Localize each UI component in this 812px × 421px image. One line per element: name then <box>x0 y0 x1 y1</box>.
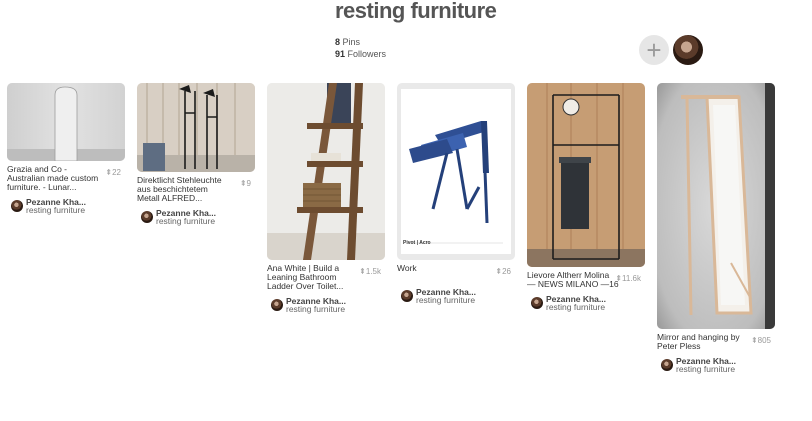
board-name[interactable]: resting furniture <box>546 303 645 312</box>
pin-card[interactable]: Direktlicht Stehleuchte aus beschichtete… <box>137 83 255 227</box>
followers-count: 91 <box>335 49 346 59</box>
pin-card[interactable]: Lievore Altherr Molina — NEWS MILANO —16… <box>527 83 645 313</box>
board-title: resting furniture <box>335 0 497 23</box>
pin-description[interactable]: Mirror and hanging by Peter Pless <box>657 333 749 351</box>
user-avatar[interactable] <box>11 200 23 212</box>
pin-description[interactable]: Direktlicht Stehleuchte aus beschichtete… <box>137 176 229 203</box>
pin-description[interactable]: Grazia and Co - Australian made custom f… <box>7 165 99 192</box>
pin-image[interactable]: Pivot | Acro <box>397 83 515 260</box>
pin-image[interactable] <box>657 83 775 329</box>
board-name[interactable]: resting furniture <box>676 365 775 374</box>
pin-description[interactable]: Work <box>397 264 489 273</box>
add-collaborator-button[interactable]: + <box>639 35 669 65</box>
pin-image[interactable] <box>137 83 255 172</box>
pins-count: 8 <box>335 37 341 47</box>
board-name[interactable]: resting furniture <box>416 296 515 305</box>
pin-image[interactable] <box>527 83 645 267</box>
user-avatar[interactable] <box>401 290 413 302</box>
repin-count: ⇞1.5k <box>359 267 381 276</box>
repin-count: ⇞11.6k <box>615 274 641 283</box>
repin-count: ⇞9 <box>239 179 251 188</box>
pin-credits[interactable]: Pezanne Kha... resting furniture <box>397 288 515 306</box>
pin-description[interactable]: Ana White | Build a Leaning Bathroom Lad… <box>267 264 359 291</box>
user-avatar[interactable] <box>141 211 153 223</box>
pin-credits[interactable]: Pezanne Kha... resting furniture <box>7 198 125 216</box>
followers-label: Followers <box>347 49 387 59</box>
pins-count-link[interactable]: 8 Pins <box>335 36 386 48</box>
pin-card[interactable]: Mirror and hanging by Peter Pless ⇞805 Pe… <box>657 83 775 375</box>
pin-credits[interactable]: Pezanne Kha... resting furniture <box>267 297 385 315</box>
pins-label: Pins <box>342 37 361 47</box>
pin-card[interactable]: Pivot | Acro Work ⇞26 Pezanne Kha... resti… <box>397 83 515 306</box>
board-owner-avatar[interactable] <box>673 35 703 65</box>
pin-credits[interactable]: Pezanne Kha... resting furniture <box>657 357 775 375</box>
repin-count: ⇞26 <box>495 267 511 276</box>
board-name[interactable]: resting furniture <box>286 305 385 314</box>
pin-description[interactable]: Lievore Altherr Molina — NEWS MILANO —16 <box>527 271 619 289</box>
user-avatar[interactable] <box>531 297 543 309</box>
pin-image[interactable] <box>7 83 125 161</box>
repin-count: ⇞22 <box>105 168 121 177</box>
board-name[interactable]: resting furniture <box>156 217 255 226</box>
user-avatar[interactable] <box>271 299 283 311</box>
board-name[interactable]: resting furniture <box>26 206 125 215</box>
pin-card[interactable]: Grazia and Co - Australian made custom f… <box>7 83 125 216</box>
image-caption: Pivot | Acro <box>403 240 431 246</box>
board-stats: 8 Pins 91 Followers <box>335 36 386 60</box>
pin-image[interactable] <box>267 83 385 260</box>
repin-count: ⇞805 <box>750 336 771 345</box>
pin-credits[interactable]: Pezanne Kha... resting furniture <box>137 209 255 227</box>
followers-count-link[interactable]: 91 Followers <box>335 48 386 60</box>
pin-card[interactable]: Ana White | Build a Leaning Bathroom Lad… <box>267 83 385 315</box>
pin-credits[interactable]: Pezanne Kha... resting furniture <box>527 295 645 313</box>
user-avatar[interactable] <box>661 359 673 371</box>
